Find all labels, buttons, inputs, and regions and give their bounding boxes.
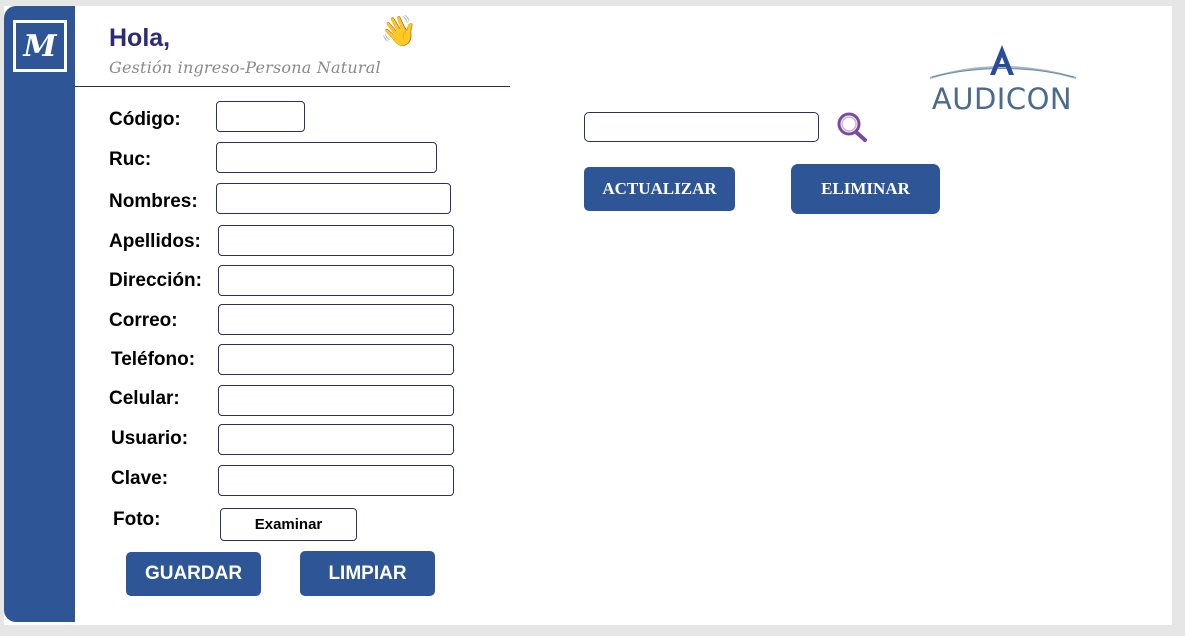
label-correo: Correo: [109,310,178,331]
label-codigo: Código: [109,109,181,130]
sidebar: M [4,6,75,622]
apellidos-input[interactable] [218,225,454,256]
label-apellidos: Apellidos: [109,231,201,252]
label-clave: Clave: [111,468,169,489]
audicon-logo: AUDICON [926,42,1078,116]
greeting-title: Hola, [109,24,171,52]
browse-photo-button[interactable]: Examinar [220,508,357,541]
save-button[interactable]: GUARDAR [126,552,261,596]
label-nombres: Nombres: [109,191,198,212]
label-foto: Foto: [113,509,161,530]
brand-mark-icon [929,45,1077,79]
clear-button[interactable]: LIMPIAR [300,551,435,596]
update-button[interactable]: ACTUALIZAR [584,167,735,211]
search-icon[interactable] [834,110,870,146]
usuario-input[interactable] [218,424,454,455]
waving-hand-icon: 👋 [380,15,418,48]
label-ruc: Ruc: [109,149,152,170]
ruc-input[interactable] [216,142,437,173]
direccion-input[interactable] [218,265,454,296]
header-divider [75,86,510,87]
clave-input[interactable] [218,465,454,496]
label-usuario: Usuario: [111,428,189,449]
delete-button[interactable]: ELIMINAR [791,164,940,214]
correo-input[interactable] [218,304,454,335]
page-subtitle: Gestión ingreso-Persona Natural [109,58,381,77]
codigo-input[interactable] [216,101,305,132]
brand-name: AUDICON [931,82,1073,116]
label-celular: Celular: [109,388,180,409]
telefono-input[interactable] [218,344,454,375]
label-telefono: Teléfono: [111,349,196,370]
search-input[interactable] [584,112,819,142]
nombres-input[interactable] [216,183,451,214]
celular-input[interactable] [218,385,454,416]
label-direccion: Dirección: [109,270,202,291]
app-logo[interactable]: M [13,20,67,72]
